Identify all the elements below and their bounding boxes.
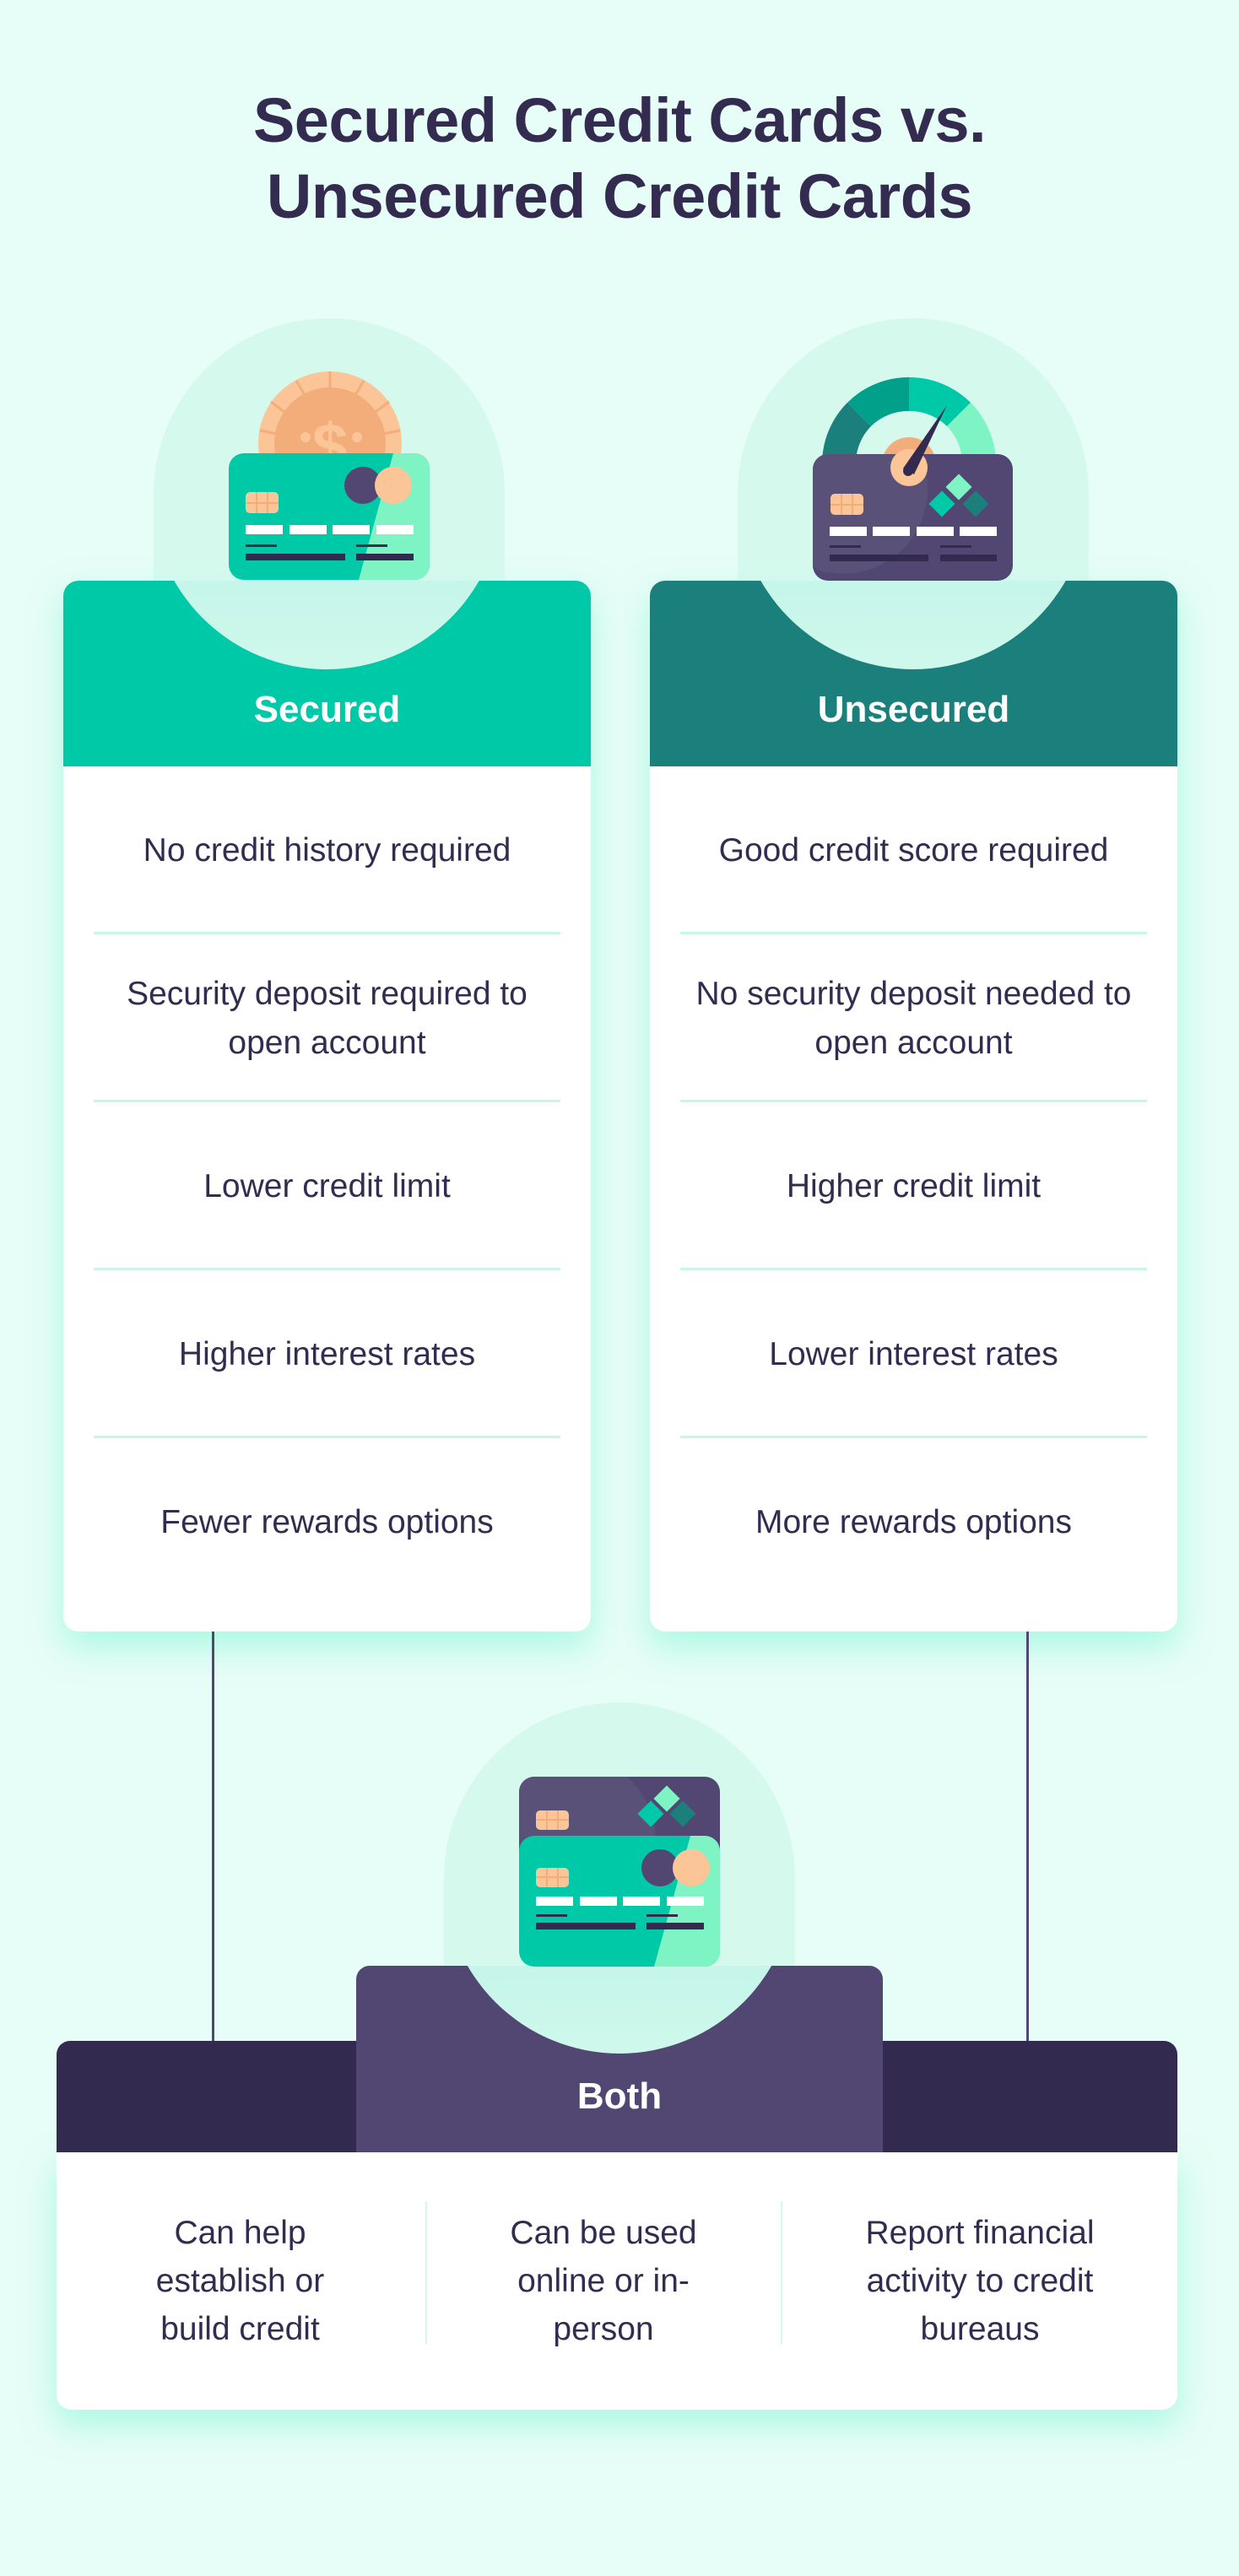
both-body: Can help establish or build credit Can b…: [57, 2152, 1177, 2410]
unsecured-list: Good credit score required No security d…: [650, 766, 1177, 1606]
secured-item-text: Fewer rewards options: [160, 1503, 494, 1540]
unsecured-header: Unsecured: [650, 581, 1177, 766]
unsecured-item-text: No security deposit needed to open accou…: [695, 975, 1132, 1061]
both-item-text: Report financial activity to credit bure…: [865, 2215, 1095, 2347]
title-line-2: Unsecured Credit Cards: [266, 161, 973, 231]
both-item: Report financial activity to credit bure…: [782, 2152, 1177, 2410]
secured-item-text: Higher interest rates: [178, 1335, 476, 1372]
unsecured-item: No security deposit needed to open accou…: [650, 934, 1177, 1102]
unsecured-label: Unsecured: [817, 689, 1010, 730]
secured-label: Secured: [253, 689, 401, 730]
both-item: Can be used online or in-person: [427, 2152, 780, 2410]
unsecured-item-text: More rewards options: [755, 1503, 1072, 1540]
secured-header: Secured: [63, 581, 591, 766]
both-label: Both: [576, 2075, 663, 2117]
credit-score-gauge-card-icon: [813, 376, 1013, 581]
unsecured-item-text: Higher credit limit: [786, 1167, 1042, 1204]
two-credit-cards-icon: [519, 1777, 720, 1967]
unsecured-item-text: Lower interest rates: [769, 1335, 1058, 1372]
unsecured-halo-lower: [738, 581, 1089, 669]
unsecured-item: More rewards options: [650, 1438, 1177, 1606]
both-item: Can help establish or build credit: [57, 2152, 424, 2410]
unsecured-item: Good credit score required: [650, 766, 1177, 934]
secured-item-text: Security deposit required to open accoun…: [127, 975, 528, 1061]
secured-item-text: No credit history required: [143, 831, 511, 869]
title-line-1: Secured Credit Cards vs.: [252, 85, 987, 155]
both-item-text: Can be used online or in-person: [510, 2215, 697, 2347]
unsecured-card: Unsecured Good credit score required No …: [650, 581, 1177, 1632]
secured-item: Higher interest rates: [63, 1270, 591, 1438]
unsecured-item: Lower interest rates: [650, 1270, 1177, 1438]
unsecured-item: Higher credit limit: [650, 1102, 1177, 1270]
both-halo-lower: [444, 1966, 795, 2054]
secured-card: Secured No credit history required Secur…: [63, 581, 591, 1632]
page-title: Secured Credit Cards vs. Unsecured Credi…: [0, 83, 1239, 235]
connector-line-left: [212, 1632, 214, 2042]
unsecured-item-text: Good credit score required: [718, 831, 1109, 869]
secured-item: No credit history required: [63, 766, 591, 934]
secured-item: Security deposit required to open accoun…: [63, 934, 591, 1102]
secured-halo-lower: [151, 581, 502, 669]
coin-credit-card-icon: $: [229, 371, 430, 580]
secured-list: No credit history required Security depo…: [63, 766, 591, 1606]
connector-line-right: [1026, 1632, 1029, 2042]
secured-item: Lower credit limit: [63, 1102, 591, 1270]
both-item-text: Can help establish or build credit: [155, 2215, 325, 2347]
secured-item: Fewer rewards options: [63, 1438, 591, 1606]
secured-item-text: Lower credit limit: [203, 1167, 451, 1204]
both-header: Both: [356, 1966, 883, 2152]
